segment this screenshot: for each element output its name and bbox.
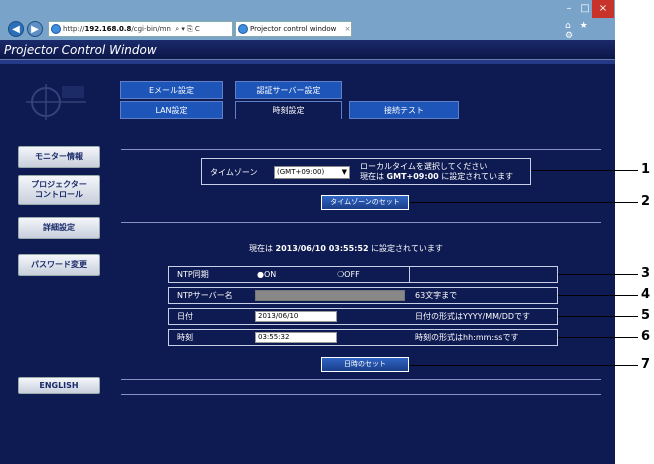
- address-bar-row: ◀ ▶ http://192.168.0.8/cgi-bin/mn ⌕ ▾ ⎘ …: [8, 21, 608, 38]
- callout-7: 7: [641, 357, 651, 372]
- url-path: /cgi-bin/mn: [131, 25, 171, 33]
- ie-icon: [51, 24, 61, 34]
- callout-4: 4: [641, 287, 651, 302]
- tab-title: Projector control window: [250, 25, 337, 33]
- sidebar-item-projector-control[interactable]: プロジェクター コントロール: [18, 175, 100, 205]
- url-prefix: http://: [63, 25, 85, 33]
- ntp-off-label: OFF: [344, 270, 360, 279]
- callout-line-1: [532, 170, 638, 171]
- timezone-select[interactable]: (GMT+09:00) ▼: [274, 166, 350, 179]
- ntp-sync-label: NTP同期: [177, 270, 209, 279]
- timezone-note-line1: ローカルタイムを選択してください: [360, 162, 488, 171]
- ntp-off-radio[interactable]: ❍OFF: [337, 267, 360, 282]
- browser-chrome: – □ × ◀ ▶ http://192.168.0.8/cgi-bin/mn …: [0, 0, 615, 41]
- ie-tab-icon: [238, 24, 248, 34]
- tab-email-settings[interactable]: Eメール設定: [120, 81, 223, 99]
- cell-divider: [409, 267, 410, 282]
- callout-5: 5: [641, 308, 651, 323]
- url-field[interactable]: http://192.168.0.8/cgi-bin/mn ⌕ ▾ ⎘ C: [48, 21, 233, 37]
- tab-close-icon[interactable]: ×: [345, 25, 351, 33]
- status-pre: 現在は: [249, 244, 276, 253]
- ntp-on-radio[interactable]: ●ON: [257, 267, 276, 282]
- callout-1: 1: [641, 162, 651, 177]
- sidebar-item-change-password[interactable]: パスワード変更: [18, 254, 100, 276]
- ntp-server-label: NTPサーバー名: [177, 291, 233, 300]
- chevron-down-icon: ▼: [341, 168, 347, 176]
- section-divider: [121, 394, 601, 395]
- callout-line-6: [558, 337, 638, 338]
- timezone-note-value: GMT+09:00: [386, 172, 439, 181]
- forward-button[interactable]: ▶: [27, 21, 43, 37]
- back-button[interactable]: ◀: [8, 21, 24, 37]
- close-window-button[interactable]: ×: [592, 0, 614, 18]
- section-divider: [121, 222, 601, 223]
- browser-tab[interactable]: Projector control window ×: [235, 21, 352, 37]
- sidebar-item-monitor-info[interactable]: モニター情報: [18, 146, 100, 168]
- time-row: 時刻 03:55:32 時刻の形式はhh:mm:ssです: [168, 329, 558, 346]
- date-row: 日付 2013/06/10 日付の形式はYYYY/MM/DDです: [168, 308, 558, 325]
- callout-2: 2: [641, 194, 651, 209]
- date-hint: 日付の形式はYYYY/MM/DDです: [415, 312, 531, 321]
- sidebar-item-english[interactable]: ENGLISH: [18, 377, 100, 394]
- callout-line-2: [410, 202, 638, 203]
- set-timezone-button[interactable]: タイムゾーンのセット: [321, 195, 409, 210]
- screenshot: – □ × ◀ ▶ http://192.168.0.8/cgi-bin/mn …: [0, 0, 654, 464]
- date-input[interactable]: 2013/06/10: [255, 311, 337, 322]
- maximize-button[interactable]: □: [578, 0, 592, 18]
- current-datetime-status: 現在は 2013/06/10 03:55:52 に設定されています: [249, 243, 443, 254]
- main-panel: Eメール設定 認証サーバー設定 LAN設定 時刻設定 接続テスト タイムゾーン …: [111, 64, 615, 464]
- timezone-note-line2: 現在は GMT+09:00 に設定されています: [360, 172, 530, 182]
- radio-filled-icon: ●: [257, 270, 264, 279]
- status-value: 2013/06/10 03:55:52: [275, 244, 369, 253]
- app-title: Projector Control Window: [0, 40, 615, 60]
- timezone-selected-value: (GMT+09:00): [277, 168, 325, 176]
- ntp-on-label: ON: [263, 270, 277, 279]
- section-divider: [121, 149, 601, 150]
- tab-auth-server-settings[interactable]: 認証サーバー設定: [235, 81, 342, 99]
- time-hint: 時刻の形式はhh:mm:ssです: [415, 333, 519, 342]
- ntp-sync-row: NTP同期 ●ON ❍OFF: [168, 266, 558, 283]
- timezone-label: タイムゾーン: [210, 168, 258, 177]
- tab-lan-settings[interactable]: LAN設定: [120, 101, 223, 119]
- callout-6: 6: [641, 329, 651, 344]
- callout-line-3: [558, 274, 638, 275]
- tab-connection-test[interactable]: 接続テスト: [349, 101, 459, 119]
- callout-line-7: [410, 365, 638, 366]
- sidebar-item-advanced-settings[interactable]: 詳細設定: [18, 217, 100, 239]
- section-divider: [121, 379, 601, 380]
- timezone-row: タイムゾーン (GMT+09:00) ▼ ローカルタイムを選択してください 現在…: [201, 158, 531, 185]
- ntp-server-input[interactable]: [255, 290, 405, 301]
- callout-3: 3: [641, 266, 651, 281]
- timezone-note: ローカルタイムを選択してください 現在は GMT+09:00 に設定されています: [360, 162, 530, 182]
- timezone-note-post: に設定されています: [438, 172, 514, 181]
- status-post: に設定されています: [368, 244, 443, 253]
- time-label: 時刻: [177, 333, 193, 342]
- ntp-server-hint: 63文字まで: [415, 291, 458, 300]
- ntp-server-row: NTPサーバー名 63文字まで: [168, 287, 558, 304]
- url-actions-icon[interactable]: ⌕ ▾ ⎘ C: [175, 25, 200, 33]
- logo-icon: [26, 84, 86, 120]
- sidebar: モニター情報 プロジェクター コントロール 詳細設定 パスワード変更 ENGLI…: [0, 64, 110, 464]
- date-label: 日付: [177, 312, 193, 321]
- browser-toolbar-icons[interactable]: ⌂ ★ ⚙: [565, 21, 605, 41]
- minimize-button[interactable]: –: [560, 0, 578, 18]
- url-host: 192.168.0.8: [84, 25, 132, 33]
- set-datetime-button[interactable]: 日時のセット: [321, 357, 409, 372]
- timezone-note-pre: 現在は: [360, 172, 387, 181]
- callout-line-5: [558, 316, 638, 317]
- time-input[interactable]: 03:55:32: [255, 332, 337, 343]
- projector-app: Projector Control Window モニター情報 プロジェクター …: [0, 40, 615, 464]
- tab-time-settings[interactable]: 時刻設定: [235, 101, 342, 119]
- callout-line-4: [558, 295, 638, 296]
